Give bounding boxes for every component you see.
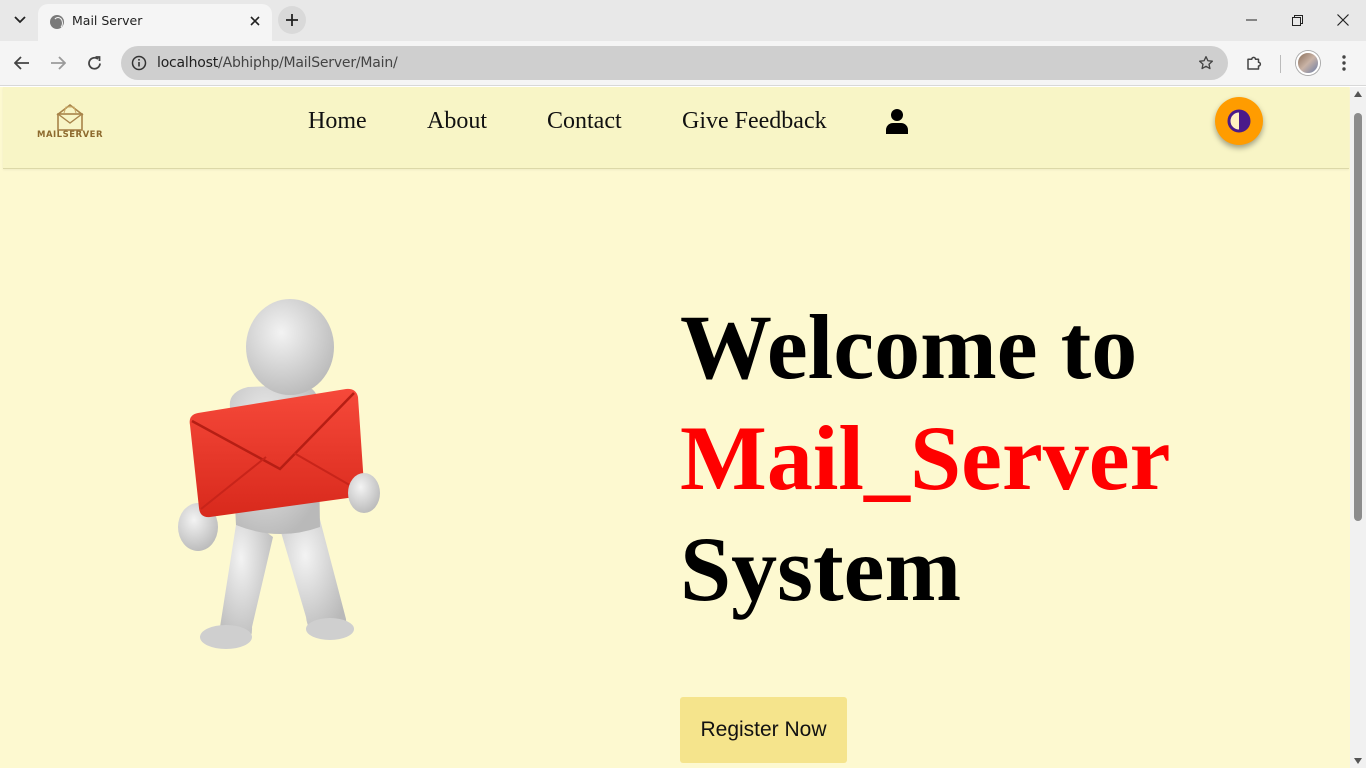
headline-line-system: System [680, 518, 962, 620]
user-account-icon[interactable] [885, 108, 909, 134]
close-icon [1337, 14, 1349, 26]
close-window-button[interactable] [1320, 0, 1366, 40]
restore-button[interactable] [1274, 0, 1320, 40]
tab-strip: Mail Server [0, 0, 1366, 41]
page-viewport: MAILSERVER Home About Contact Give Feedb… [0, 87, 1366, 768]
headline-line-mail-server: Mail_Server [680, 407, 1171, 509]
envelope-logo-icon [56, 103, 84, 131]
new-tab-button[interactable] [278, 6, 306, 34]
site-info-icon[interactable] [129, 53, 149, 73]
chevron-down-icon [14, 16, 26, 24]
browser-menu-button[interactable] [1330, 49, 1358, 77]
mail-person-illustration [178, 299, 380, 649]
nav-link-about[interactable]: About [427, 108, 487, 135]
scroll-up-arrow-icon[interactable] [1354, 91, 1362, 97]
browser-toolbar: localhost/Abhiphp/MailServer/Main/ [0, 41, 1366, 86]
more-vertical-icon [1342, 55, 1346, 71]
arrow-right-icon [51, 56, 66, 70]
url-host: localhost [157, 55, 219, 71]
restore-icon [1291, 14, 1303, 26]
site-logo[interactable]: MAILSERVER [35, 103, 105, 143]
minimize-button[interactable] [1228, 0, 1274, 40]
hero-headline: Welcome to Mail_Server System [680, 292, 1170, 625]
browser-tab[interactable]: Mail Server [38, 4, 272, 41]
contrast-icon [1227, 109, 1251, 133]
page-scrollbar[interactable] [1350, 87, 1366, 768]
back-button[interactable] [8, 49, 36, 77]
profile-avatar[interactable] [1296, 51, 1320, 75]
address-bar[interactable]: localhost/Abhiphp/MailServer/Main/ [121, 46, 1228, 80]
toolbar-divider [1280, 55, 1281, 73]
url-text[interactable]: localhost/Abhiphp/MailServer/Main/ [157, 55, 398, 71]
close-icon [250, 16, 260, 26]
tab-close-button[interactable] [246, 12, 264, 30]
reload-button[interactable] [80, 49, 108, 77]
nav-link-contact[interactable]: Contact [547, 108, 622, 135]
puzzle-icon [1247, 56, 1262, 70]
headline-line-welcome: Welcome to [680, 296, 1138, 398]
logo-text: MAILSERVER [36, 130, 104, 140]
arrow-left-icon [14, 56, 29, 70]
minimize-icon [1245, 19, 1257, 21]
plus-icon [286, 14, 298, 26]
reload-icon [87, 55, 101, 70]
forward-button[interactable] [44, 49, 72, 77]
bookmark-star-icon[interactable] [1196, 53, 1216, 73]
url-path: /Abhiphp/MailServer/Main/ [218, 55, 398, 71]
tab-title: Mail Server [72, 13, 143, 28]
nav-link-home[interactable]: Home [308, 108, 367, 135]
extensions-button[interactable] [1240, 49, 1268, 77]
register-now-button[interactable]: Register Now [680, 697, 847, 763]
tab-search-button[interactable] [6, 7, 34, 33]
globe-icon [50, 15, 64, 29]
nav-link-give-feedback[interactable]: Give Feedback [682, 108, 827, 135]
site-navbar: MAILSERVER Home About Contact Give Feedb… [3, 87, 1349, 169]
scroll-down-arrow-icon[interactable] [1354, 758, 1362, 764]
scrollbar-thumb[interactable] [1354, 113, 1362, 521]
theme-toggle-button[interactable] [1215, 97, 1263, 145]
